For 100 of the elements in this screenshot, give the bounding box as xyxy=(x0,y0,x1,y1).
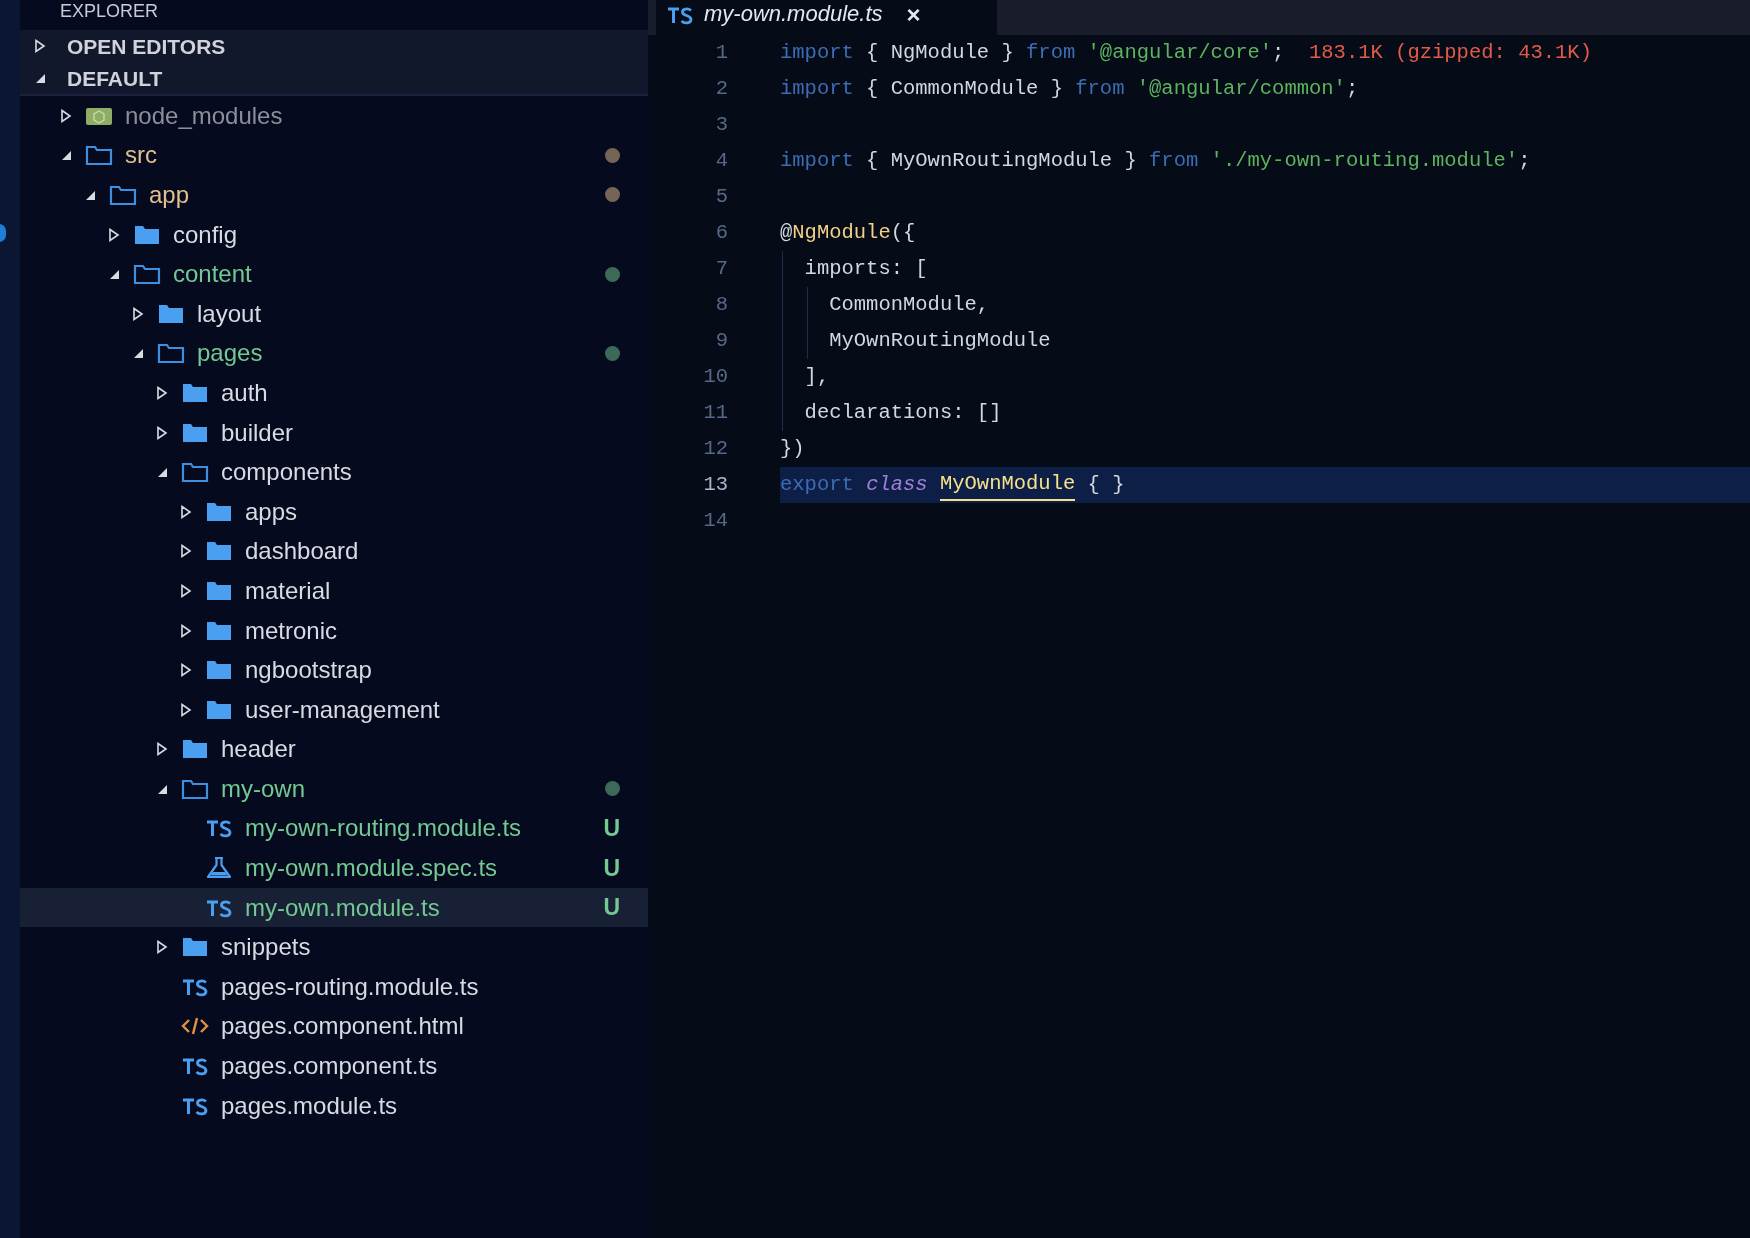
expand-icon[interactable] xyxy=(180,504,192,519)
code-token: @ xyxy=(780,219,793,246)
file-name: my-own.module.spec.ts xyxy=(245,856,499,881)
tree-item[interactable]: pages xyxy=(20,333,648,374)
code-token: { MyOwnRoutingModule } xyxy=(865,147,1138,174)
file-name: my-own.module.ts xyxy=(245,895,441,920)
expand-icon[interactable] xyxy=(156,425,168,440)
code-token: declarations: [] xyxy=(803,399,1002,426)
code-token: ({ xyxy=(890,219,916,246)
tree-item[interactable]: dashboard xyxy=(20,531,648,572)
tree-item[interactable]: apps xyxy=(20,491,648,532)
folder-name: auth xyxy=(221,380,269,405)
line-number: 5 xyxy=(714,183,728,210)
line-number: 8 xyxy=(714,291,728,318)
expand-icon[interactable] xyxy=(108,227,120,242)
line-number: 13 xyxy=(702,471,728,498)
code-token: MyOwnRoutingModule xyxy=(828,327,1051,354)
section-header[interactable]: OPEN EDITORS xyxy=(67,35,226,57)
tree-item[interactable]: pages.component.ts xyxy=(20,1046,648,1086)
tree-item[interactable]: node_modules xyxy=(20,96,648,136)
tree-item[interactable]: header xyxy=(20,729,648,770)
tree-item[interactable]: metronic xyxy=(20,610,648,651)
code-token: './my-own-routing.module' xyxy=(1210,147,1519,174)
tree-item[interactable]: my-own.module.spec.ts U xyxy=(20,848,648,888)
line-number: 4 xyxy=(714,147,728,174)
expand-icon[interactable] xyxy=(180,544,192,559)
folder-name: app xyxy=(149,183,191,207)
folder-name: content xyxy=(173,262,253,287)
folder-name: metronic xyxy=(245,618,339,643)
code-token: import xyxy=(780,39,854,66)
tree-item[interactable]: pages.module.ts xyxy=(20,1085,648,1126)
tree-item[interactable]: material xyxy=(20,571,648,611)
folder-name: dashboard xyxy=(245,539,360,564)
code-token: from xyxy=(1075,75,1126,102)
tree-item[interactable]: user-management xyxy=(20,689,648,730)
line-number: 2 xyxy=(714,75,728,102)
section-header[interactable]: DEFAULT xyxy=(67,67,163,89)
open-folder-icon xyxy=(85,143,113,168)
code-token: CommonModule, xyxy=(828,291,990,318)
folder-name: ngbootstrap xyxy=(245,658,373,683)
code-token: NgModule xyxy=(792,219,891,246)
git-status: U xyxy=(603,856,620,880)
line-number: 14 xyxy=(702,507,728,534)
close-button[interactable]: × xyxy=(906,3,921,27)
expand-icon[interactable] xyxy=(156,742,168,757)
code-token: import xyxy=(780,75,854,102)
code-token: from xyxy=(1149,147,1200,174)
line-number: 7 xyxy=(714,255,728,282)
folder-name: my-own xyxy=(221,776,306,801)
tree-item[interactable]: pages-routing.module.ts xyxy=(20,967,648,1007)
code-token: imports: [ xyxy=(803,255,928,282)
line-number: 10 xyxy=(702,363,728,390)
tree-item[interactable]: content xyxy=(20,254,648,294)
code-token: from xyxy=(1026,39,1077,66)
folder-name: user-management xyxy=(245,697,441,722)
code-token: ; xyxy=(1272,39,1286,66)
tree-item[interactable]: builder xyxy=(20,412,648,453)
tree-item[interactable]: layout xyxy=(20,293,648,334)
folder-name: components xyxy=(221,460,353,485)
file-name: my-own-routing.module.ts xyxy=(245,816,523,841)
file-name: pages.component.html xyxy=(221,1014,465,1039)
folder-name: node_modules xyxy=(125,103,284,128)
git-status: U xyxy=(603,817,620,840)
tree-item[interactable]: config xyxy=(20,214,648,255)
line-number: 3 xyxy=(714,111,728,138)
expand-icon[interactable] xyxy=(132,306,144,321)
tree-item[interactable]: ngbootstrap xyxy=(20,650,648,690)
folder-name: apps xyxy=(245,499,299,524)
code-token: MyOwnModule xyxy=(939,468,1076,502)
tree-item[interactable]: components xyxy=(20,452,648,492)
open-folder-icon xyxy=(133,262,161,287)
expand-icon[interactable] xyxy=(60,108,72,123)
tree-item[interactable]: my-own.module.ts U xyxy=(20,887,648,928)
code-token: ; xyxy=(1518,147,1531,174)
expand-icon[interactable] xyxy=(180,663,192,678)
tree-item[interactable]: app xyxy=(20,175,648,215)
tree-item[interactable]: pages.component.html xyxy=(20,1006,648,1047)
tab-label: my-own.module.ts xyxy=(704,3,883,25)
expand-icon[interactable] xyxy=(34,39,46,53)
editor-tab[interactable]: my-own.module.ts × xyxy=(656,0,997,35)
flask-icon xyxy=(205,856,233,881)
expand-icon[interactable] xyxy=(180,583,192,598)
folder-name: config xyxy=(173,222,239,247)
open-folder-icon xyxy=(157,341,185,366)
file-name: pages-routing.module.ts xyxy=(221,974,480,999)
tree-item[interactable]: auth xyxy=(20,373,648,413)
tree-item[interactable]: snippets xyxy=(20,927,648,968)
tree-item[interactable]: src xyxy=(20,135,648,176)
file-name: pages.component.ts xyxy=(221,1054,439,1079)
tree-item[interactable]: my-own-routing.module.ts U xyxy=(20,808,648,849)
open-folder-icon xyxy=(109,183,137,207)
expand-icon[interactable] xyxy=(156,385,168,400)
code-token: '@angular/common' xyxy=(1136,75,1346,102)
git-status: U xyxy=(603,896,620,920)
line-number: 9 xyxy=(714,327,728,354)
code-token: export xyxy=(780,471,855,498)
expand-icon[interactable] xyxy=(156,940,168,955)
expand-icon[interactable] xyxy=(180,623,192,638)
expand-icon[interactable] xyxy=(180,702,192,717)
tree-item[interactable]: my-own xyxy=(20,769,648,809)
